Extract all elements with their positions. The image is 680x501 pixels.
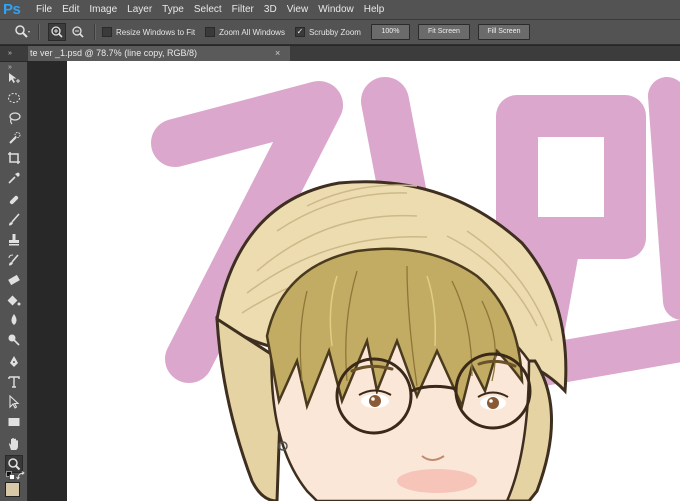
fill-screen-button[interactable]: Fill Screen bbox=[477, 24, 530, 40]
close-icon[interactable]: × bbox=[275, 46, 280, 61]
menu-window[interactable]: Window bbox=[313, 0, 359, 19]
resize-windows-checkbox[interactable]: Resize Windows to Fit bbox=[102, 27, 195, 37]
history-brush-tool-icon[interactable] bbox=[6, 252, 22, 268]
eyedropper-tool-icon[interactable] bbox=[6, 170, 22, 186]
tools-panel: » bbox=[0, 62, 28, 501]
move-tool-icon[interactable] bbox=[6, 70, 22, 86]
zoom-out-icon[interactable] bbox=[70, 24, 86, 40]
menu-view[interactable]: View bbox=[282, 0, 314, 19]
swap-colors-icon[interactable] bbox=[16, 471, 26, 481]
marquee-tool-icon[interactable] bbox=[6, 90, 22, 106]
actual-pixels-button[interactable]: 100% bbox=[370, 24, 410, 40]
zoom-in-icon[interactable] bbox=[48, 23, 66, 41]
menu-layer[interactable]: Layer bbox=[122, 0, 157, 19]
checkbox-box[interactable] bbox=[205, 27, 216, 37]
checkbox-box[interactable] bbox=[102, 27, 112, 37]
healing-brush-tool-icon[interactable] bbox=[6, 192, 22, 208]
resize-windows-label: Resize Windows to Fit bbox=[116, 27, 196, 37]
zoom-tool-preset-icon[interactable] bbox=[14, 23, 32, 41]
scrubby-zoom-label: Scrubby Zoom bbox=[308, 27, 361, 37]
quick-selection-tool-icon[interactable] bbox=[6, 130, 22, 146]
photoshop-logo: Ps bbox=[3, 1, 21, 18]
menu-image[interactable]: Image bbox=[84, 0, 122, 19]
type-tool-icon[interactable] bbox=[6, 374, 22, 390]
eraser-tool-icon[interactable] bbox=[6, 272, 22, 288]
path-selection-tool-icon[interactable] bbox=[6, 394, 22, 410]
menu-filter[interactable]: Filter bbox=[227, 0, 259, 19]
lasso-tool-icon[interactable] bbox=[6, 110, 22, 126]
zoom-all-windows-label: Zoom All Windows bbox=[219, 27, 285, 37]
clone-stamp-tool-icon[interactable] bbox=[6, 232, 22, 248]
fit-screen-button[interactable]: Fit Screen bbox=[417, 24, 470, 40]
pen-tool-icon[interactable] bbox=[6, 354, 22, 370]
document-tab-strip: » te ver _1.psd @ 78.7% (line copy, RGB/… bbox=[0, 46, 680, 61]
checkmark-icon[interactable]: ✓ bbox=[294, 27, 305, 37]
crop-tool-icon[interactable] bbox=[6, 150, 22, 166]
scrubby-zoom-checkbox[interactable]: ✓ Scrubby Zoom bbox=[294, 27, 361, 37]
dodge-tool-icon[interactable] bbox=[6, 332, 22, 348]
paint-bucket-tool-icon[interactable] bbox=[6, 292, 22, 308]
menu-type[interactable]: Type bbox=[157, 0, 189, 19]
brush-tool-icon[interactable] bbox=[6, 212, 22, 228]
rectangle-tool-icon[interactable] bbox=[6, 414, 22, 430]
document-canvas[interactable] bbox=[67, 61, 680, 501]
canvas-area[interactable] bbox=[28, 61, 680, 501]
options-bar: Resize Windows to Fit Zoom All Windows ✓… bbox=[0, 20, 680, 45]
blur-tool-icon[interactable] bbox=[6, 312, 22, 328]
divider bbox=[38, 24, 40, 40]
cheek-blush bbox=[397, 469, 477, 493]
menu-help[interactable]: Help bbox=[359, 0, 390, 19]
divider bbox=[94, 24, 96, 40]
menu-file[interactable]: File bbox=[31, 0, 57, 19]
zoom-all-windows-checkbox[interactable]: Zoom All Windows bbox=[205, 27, 285, 37]
menu-edit[interactable]: Edit bbox=[57, 0, 84, 19]
panel-collapse-icon[interactable]: » bbox=[8, 46, 12, 61]
menu-select[interactable]: Select bbox=[189, 0, 227, 19]
menu-3d[interactable]: 3D bbox=[259, 0, 282, 19]
hand-tool-icon[interactable] bbox=[6, 436, 22, 452]
document-tab[interactable]: te ver _1.psd @ 78.7% (line copy, RGB/8) bbox=[28, 46, 290, 61]
foreground-color-swatch[interactable] bbox=[5, 482, 20, 497]
artwork bbox=[151, 77, 680, 501]
menu-bar: Ps File Edit Image Layer Type Select Fil… bbox=[0, 0, 680, 20]
default-colors-icon[interactable] bbox=[6, 471, 16, 481]
